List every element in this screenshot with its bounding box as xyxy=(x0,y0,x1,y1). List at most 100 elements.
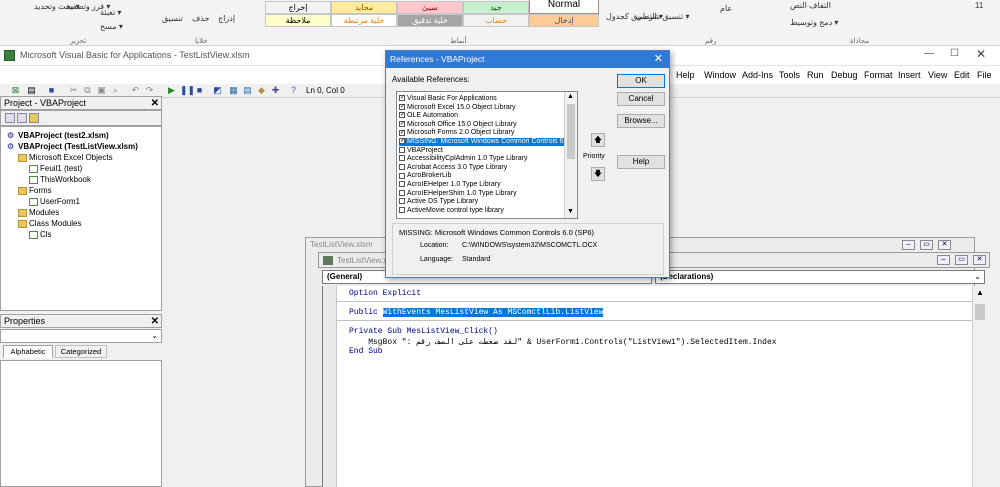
reference-checkbox[interactable]: ✓ xyxy=(399,112,405,119)
cancel-button[interactable]: Cancel xyxy=(617,92,665,106)
bg-minimize-icon[interactable]: – xyxy=(902,240,915,250)
reference-item[interactable]: ✓ Microsoft Excel 15.0 Object Library xyxy=(399,104,573,112)
ribbon-wrap-label[interactable]: التفاف النص xyxy=(790,1,831,10)
reference-checkbox[interactable]: ✓ xyxy=(399,103,405,110)
priority-down-button[interactable]: 🡇 xyxy=(591,167,605,181)
design-mode-icon[interactable]: ◩ xyxy=(212,85,223,96)
style-good[interactable]: جيد xyxy=(463,1,529,14)
style-check-cell[interactable]: خلية تدقيق xyxy=(397,14,463,27)
tree-node[interactable]: Cls xyxy=(29,230,52,240)
reference-item[interactable]: ✓ MISSING: Microsoft Windows Common Contr… xyxy=(399,138,574,146)
reference-item[interactable]: ✓ Microsoft Office 15.0 Object Library xyxy=(399,121,573,129)
menu-insert[interactable]: Insert xyxy=(898,70,921,80)
reference-checkbox[interactable] xyxy=(399,146,405,153)
menu-view[interactable]: View xyxy=(928,70,947,80)
paste-icon[interactable]: ▣ xyxy=(96,85,107,96)
properties-object-combo[interactable]: ⌄ xyxy=(0,329,162,343)
tree-node[interactable]: Feuil1 (test) xyxy=(29,164,82,174)
insert-object-icon[interactable]: ▤ xyxy=(26,85,37,96)
ok-button[interactable]: OK xyxy=(617,74,665,88)
save-icon[interactable]: ■ xyxy=(46,85,57,96)
scroll-thumb[interactable] xyxy=(567,104,575,159)
object-browser-icon[interactable]: ◆ xyxy=(256,85,267,96)
reference-checkbox[interactable]: ✓ xyxy=(399,120,405,127)
reference-item[interactable]: AcroBrokerLib xyxy=(399,172,573,180)
reference-checkbox[interactable]: ✓ xyxy=(399,129,405,136)
reference-checkbox[interactable] xyxy=(399,155,405,162)
scroll-up-icon[interactable]: ▲ xyxy=(976,288,984,297)
code-editor[interactable]: Option Explicit Public WithEvents MesLis… xyxy=(322,286,973,487)
reference-item[interactable]: AcroIEHelper 1.0 Type Library xyxy=(399,181,573,189)
reference-item[interactable]: ✓ Microsoft Forms 2.0 Object Library xyxy=(399,129,573,137)
reference-item[interactable]: Acrobat Access 3.0 Type Library xyxy=(399,164,573,172)
style-bad[interactable]: سيئ xyxy=(397,1,463,14)
reference-item[interactable]: Active DS Type Library xyxy=(399,198,573,206)
help-icon[interactable]: ? xyxy=(288,85,299,96)
run-icon[interactable]: ▶ xyxy=(166,85,177,96)
menu-add-ins[interactable]: Add-Ins xyxy=(742,70,773,80)
menu-format[interactable]: Format xyxy=(864,70,893,80)
break-icon[interactable]: ❚❚ xyxy=(180,85,195,96)
bg-close-icon[interactable]: ✕ xyxy=(938,240,951,250)
tree-node[interactable]: ⚙ VBAProject (test2.xlsm) xyxy=(7,131,109,141)
bg-restore-icon[interactable]: ▭ xyxy=(920,240,933,250)
find-icon[interactable]: ⌕ xyxy=(110,85,121,96)
tree-node[interactable]: Class Modules xyxy=(18,219,81,229)
scroll-up-icon[interactable]: ▲ xyxy=(567,93,574,100)
reference-checkbox[interactable] xyxy=(399,189,405,196)
ribbon-clear-label[interactable]: مسح ▾ xyxy=(100,22,123,31)
menu-window[interactable]: Window xyxy=(704,70,736,80)
properties-icon[interactable]: ▤ xyxy=(242,85,253,96)
tree-node[interactable]: ⚙ VBAProject (TestListView.xlsm) xyxy=(7,142,138,152)
help-button[interactable]: Help xyxy=(617,155,665,169)
reference-checkbox[interactable] xyxy=(399,181,405,188)
style-output[interactable]: إخراج xyxy=(265,1,331,14)
ribbon-merge-label[interactable]: دمج وتوسيط ▾ xyxy=(790,18,838,27)
ribbon-format-label[interactable]: تنسيق xyxy=(162,14,183,23)
ribbon-delete-label[interactable]: حذف xyxy=(192,14,209,23)
close-icon[interactable]: ✕ xyxy=(654,51,663,68)
tree-node[interactable]: Microsoft Excel Objects xyxy=(18,153,113,163)
menu-run[interactable]: Run xyxy=(807,70,824,80)
style-calculation[interactable]: حساب xyxy=(463,14,529,27)
style-linked-cell[interactable]: خلية مرتبطة xyxy=(331,14,397,27)
view-code-icon[interactable] xyxy=(5,113,15,123)
reference-item[interactable]: AcroIEHelperShim 1.0 Type Library xyxy=(399,190,573,198)
style-note[interactable]: ملاحظة xyxy=(265,14,331,27)
undo-icon[interactable]: ↶ xyxy=(130,85,141,96)
style-normal[interactable]: Normal xyxy=(529,0,599,14)
tab-alphabetic[interactable]: Alphabetic xyxy=(3,345,53,358)
copy-icon[interactable]: ⧉ xyxy=(82,85,93,96)
code-minimize-icon[interactable]: – xyxy=(937,255,950,265)
style-neutral[interactable]: محايد xyxy=(331,1,397,14)
reference-item[interactable]: ✓ OLE Automation xyxy=(399,112,573,120)
toggle-folders-icon[interactable] xyxy=(29,113,39,123)
reference-checkbox[interactable]: ✓ xyxy=(399,95,405,102)
menu-file[interactable]: File xyxy=(977,70,992,80)
scroll-thumb[interactable] xyxy=(975,304,985,320)
reference-item[interactable]: ✓ Visual Basic For Applications xyxy=(399,95,573,103)
code-vertical-scrollbar[interactable]: ▲ xyxy=(972,286,986,487)
tab-categorized[interactable]: Categorized xyxy=(55,345,107,358)
tree-node[interactable]: UserForm1 xyxy=(29,197,80,207)
tree-node[interactable]: Forms xyxy=(18,186,52,196)
browse-button[interactable]: Browse... xyxy=(617,114,665,128)
font-size-box[interactable]: 11 xyxy=(975,1,983,10)
close-icon[interactable]: ✕ xyxy=(976,47,986,61)
menu-help[interactable]: Help xyxy=(676,70,695,80)
tree-node[interactable]: ThisWorkbook xyxy=(29,175,91,185)
project-explorer-close-icon[interactable]: ✕ xyxy=(151,97,159,110)
excel-view-icon[interactable]: ⊠ xyxy=(10,85,21,96)
maximize-icon[interactable]: ☐ xyxy=(950,48,959,59)
reference-item[interactable]: ActiveMovie control type library xyxy=(399,207,573,215)
code-restore-icon[interactable]: ▭ xyxy=(955,255,968,265)
code-close-icon[interactable]: ✕ xyxy=(973,255,986,265)
redo-icon[interactable]: ↷ xyxy=(144,85,155,96)
menu-debug[interactable]: Debug xyxy=(831,70,858,80)
style-input[interactable]: إدخال xyxy=(529,14,599,27)
ribbon-insert-label[interactable]: إدراج xyxy=(218,14,235,23)
toolbox-icon[interactable]: ✚ xyxy=(270,85,281,96)
view-object-icon[interactable] xyxy=(17,113,27,123)
menu-tools[interactable]: Tools xyxy=(779,70,800,80)
reset-icon[interactable]: ■ xyxy=(194,85,205,96)
